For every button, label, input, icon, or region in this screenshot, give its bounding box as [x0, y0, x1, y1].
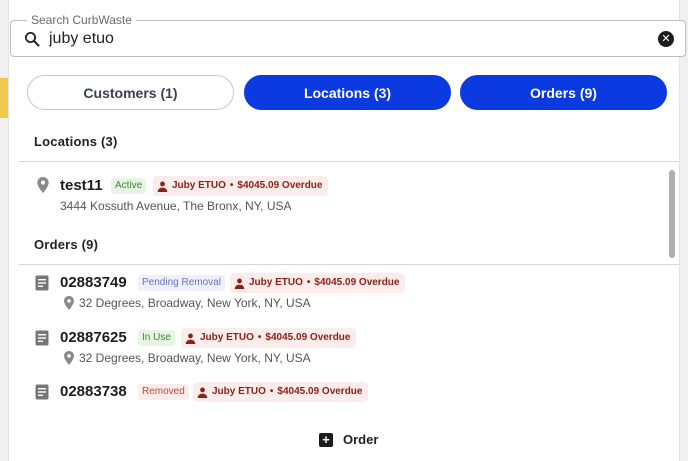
bullet-separator: •	[269, 386, 274, 397]
status-badge: In Use	[138, 330, 175, 346]
tab-customers[interactable]: Customers (1)	[27, 75, 234, 110]
create-order-label: Order	[343, 432, 379, 447]
search-box[interactable]: Search CurbWaste ✕	[10, 13, 686, 57]
overdue-amount: $4045.09 Overdue	[237, 180, 323, 191]
location-pin-icon	[64, 351, 74, 365]
person-icon	[234, 278, 245, 289]
tab-locations[interactable]: Locations (3)	[244, 75, 451, 110]
order-address: 32 Degrees, Broadway, New York, NY, USA	[79, 351, 311, 365]
location-pin-icon	[37, 177, 49, 193]
clear-search-icon[interactable]: ✕	[658, 31, 674, 47]
tab-customers-label: Customers (1)	[83, 84, 178, 101]
owner-chip: Juby ETUO • $4045.09 Overdue	[230, 273, 406, 293]
owner-chip: Juby ETUO • $4045.09 Overdue	[181, 328, 357, 348]
tab-locations-label: Locations (3)	[303, 84, 392, 101]
results-scrollbar[interactable]	[669, 170, 675, 258]
person-icon	[157, 181, 168, 192]
status-badge: Pending Removal	[138, 275, 225, 291]
search-input[interactable]	[49, 28, 629, 50]
owner-chip: Juby ETUO • $4045.09 Overdue	[193, 382, 369, 402]
document-icon	[35, 384, 49, 400]
document-icon	[35, 275, 49, 291]
document-icon	[35, 330, 49, 346]
overdue-amount: $4045.09 Overdue	[265, 332, 351, 343]
owner-chip: Juby ETUO • $4045.09 Overdue	[153, 176, 329, 196]
order-address: 32 Degrees, Broadway, New York, NY, USA	[79, 296, 311, 310]
plus-icon: +	[319, 432, 333, 447]
person-icon	[197, 387, 208, 398]
bullet-separator: •	[257, 332, 262, 343]
owner-name: Juby ETUO	[172, 180, 226, 191]
tab-orders-label: Orders (9)	[530, 84, 597, 101]
owner-name: Juby ETUO	[249, 277, 303, 288]
status-badge: Active	[111, 178, 147, 194]
search-results-panel: Search CurbWaste ✕ Customers (1) Locatio…	[8, 0, 686, 461]
results-list: Locations (3) test11 Active Juby ETUO • …	[9, 118, 681, 418]
overdue-amount: $4045.09 Overdue	[277, 386, 363, 397]
status-badge: Removed	[138, 384, 189, 400]
owner-name: Juby ETUO	[200, 332, 254, 343]
location-address: 3444 Kossuth Avenue, The Bronx, NY, USA	[60, 199, 292, 213]
location-pin-icon	[64, 296, 74, 310]
bullet-separator: •	[229, 180, 234, 191]
tab-orders[interactable]: Orders (9)	[460, 75, 667, 110]
order-number: 02883749	[60, 274, 127, 291]
person-icon	[185, 333, 196, 344]
bullet-separator: •	[306, 277, 311, 288]
search-legend: Search CurbWaste	[27, 13, 136, 27]
order-number: 02887625	[60, 329, 127, 346]
overdue-amount: $4045.09 Overdue	[314, 277, 400, 288]
orders-divider	[19, 264, 679, 265]
locations-section-title: Locations (3)	[34, 134, 118, 149]
locations-divider	[19, 161, 679, 162]
create-order-button[interactable]: + Order	[319, 432, 378, 447]
orders-section-title: Orders (9)	[34, 237, 99, 252]
background-accent-stripe	[0, 78, 8, 118]
owner-name: Juby ETUO	[212, 386, 266, 397]
search-icon	[25, 32, 40, 47]
location-name: test11	[60, 177, 103, 194]
order-number: 02883738	[60, 383, 127, 400]
